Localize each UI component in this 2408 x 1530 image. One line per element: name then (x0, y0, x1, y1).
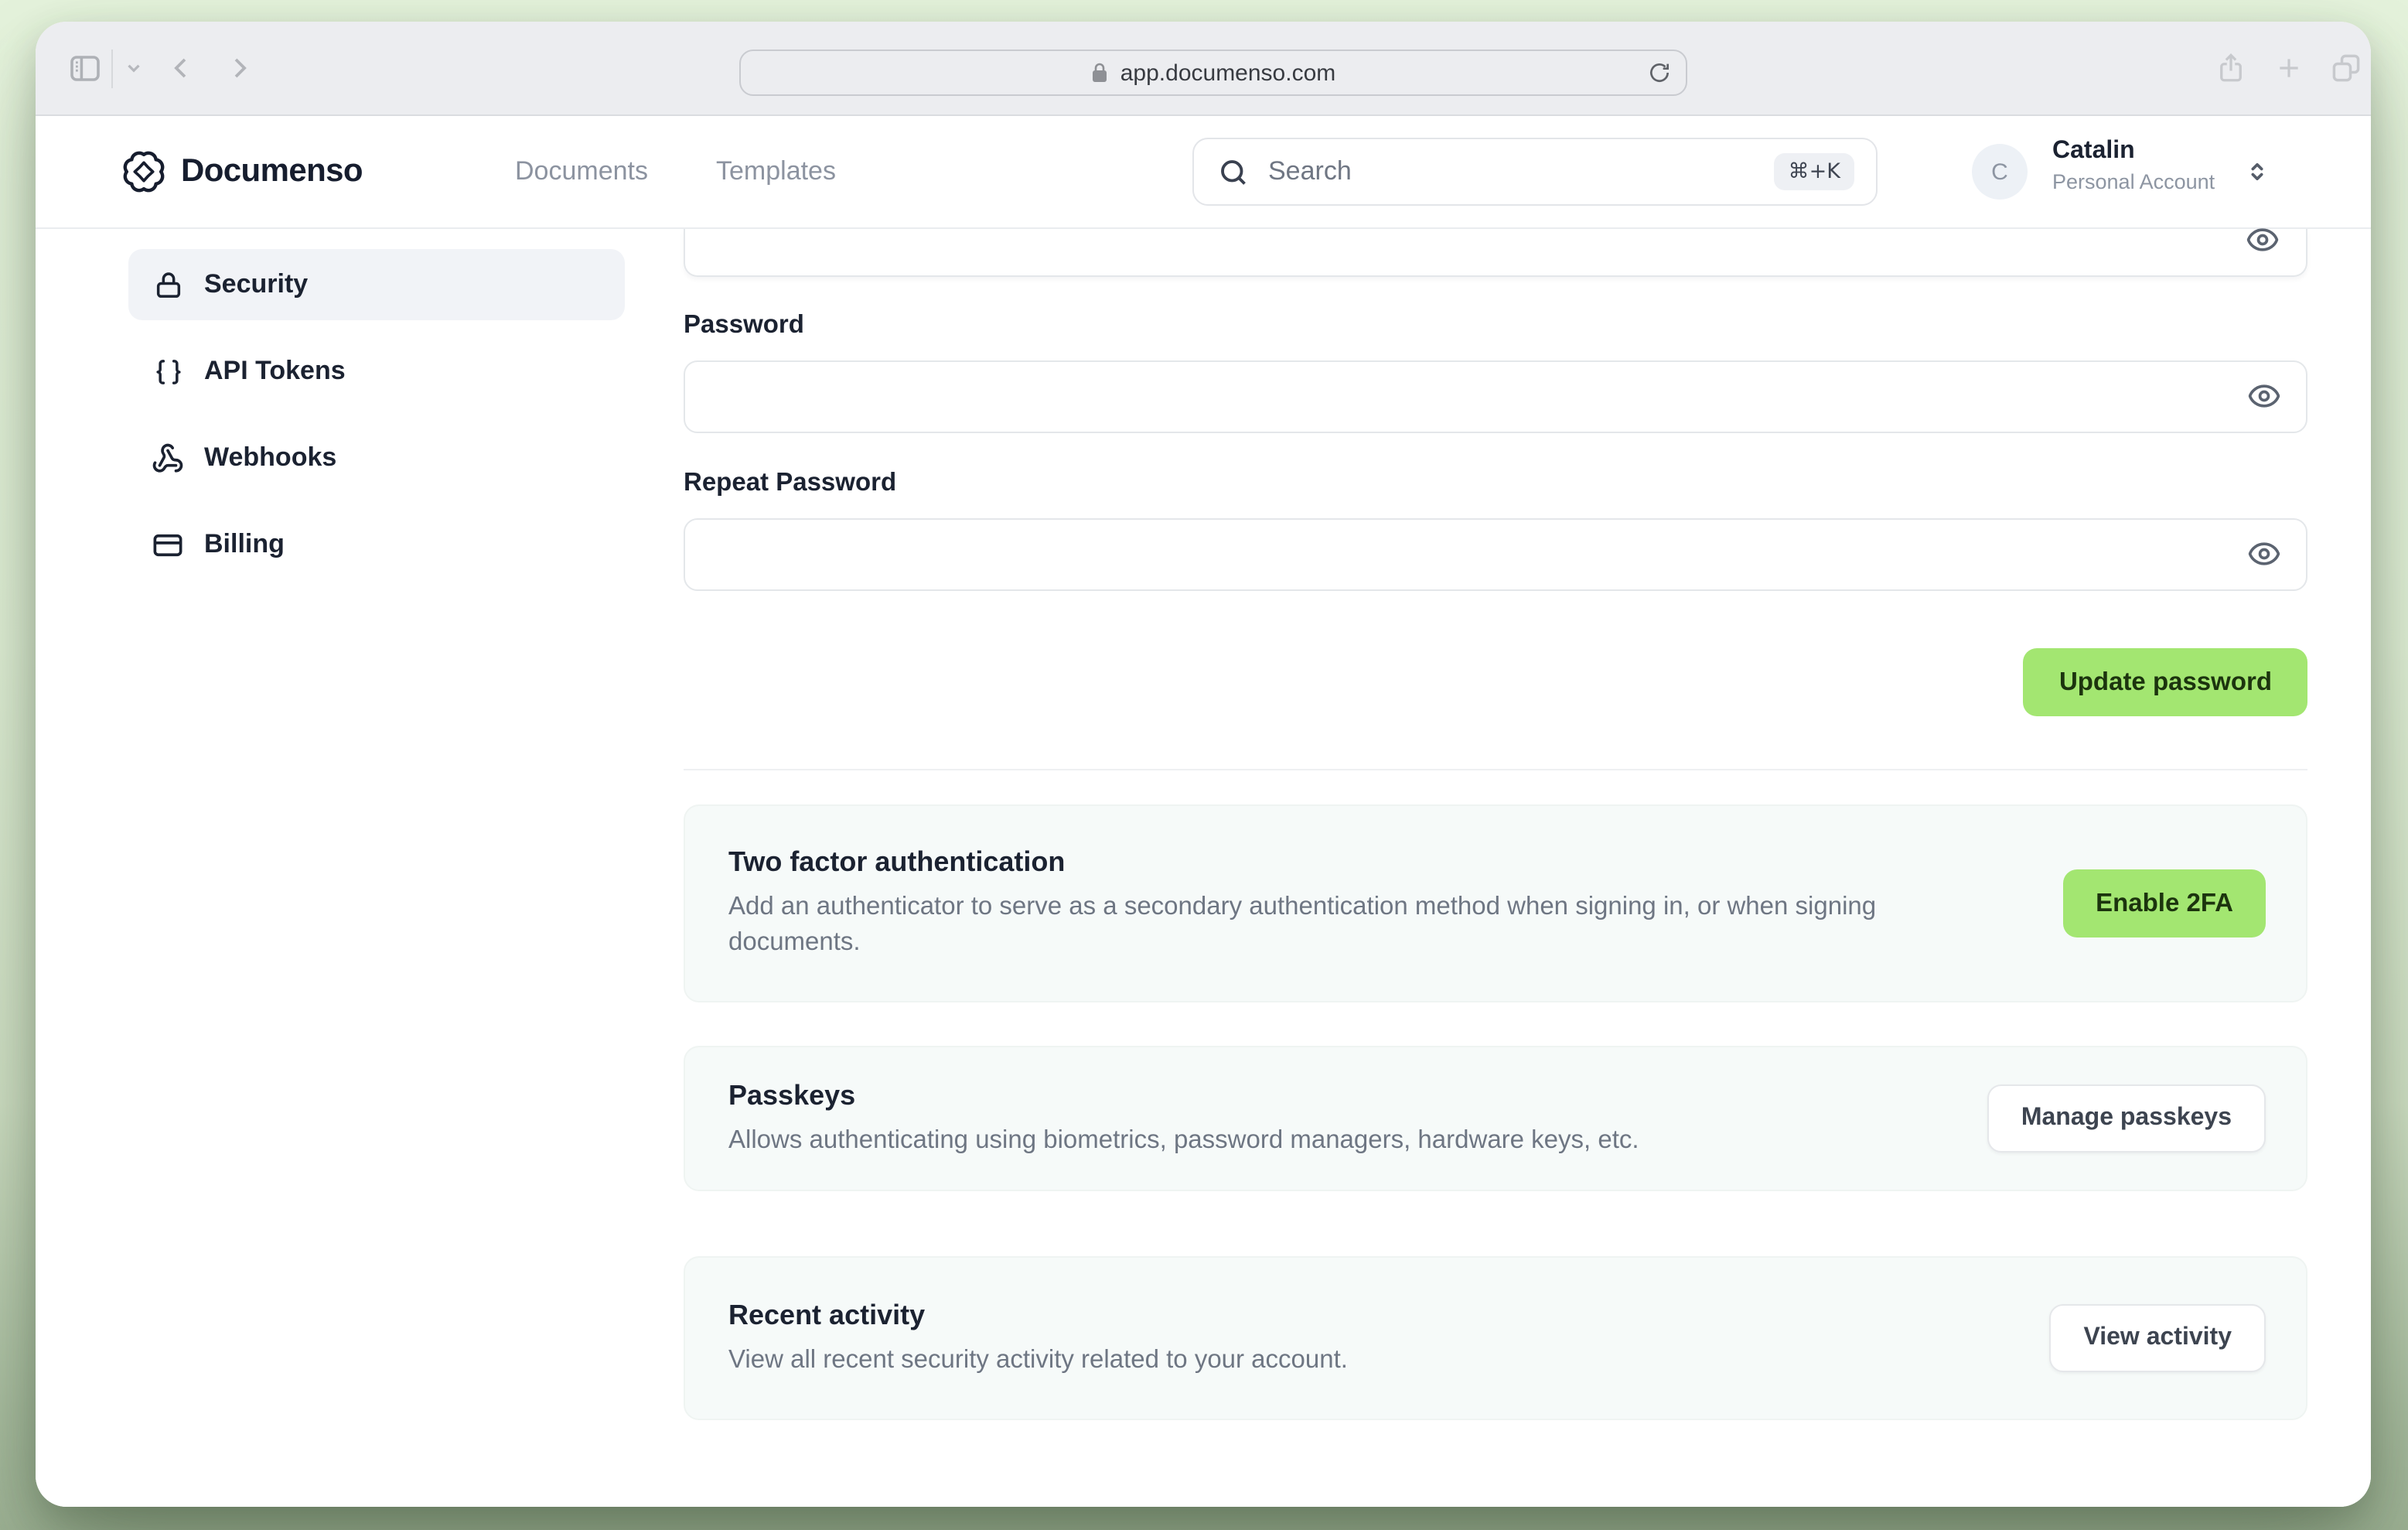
desktop: app.documenso.com Documenso Documents Te… (0, 0, 2408, 1530)
forward-icon[interactable] (224, 53, 254, 83)
webhook-icon (152, 442, 184, 474)
toolbar-divider (111, 50, 113, 88)
app-header: Documenso Documents Templates Search ⌘+K… (36, 116, 2371, 229)
eye-icon[interactable] (2247, 379, 2281, 413)
password-input[interactable] (684, 360, 2307, 433)
tab-overview-icon[interactable] (2329, 51, 2363, 85)
repeat-password-label: Repeat Password (684, 469, 897, 497)
chevron-down-icon[interactable] (124, 58, 144, 78)
section-description: Allows authenticating using biometrics, … (728, 1125, 1639, 1153)
share-icon[interactable] (2215, 51, 2247, 85)
documenso-logo-icon (122, 150, 165, 193)
eye-icon[interactable] (2246, 223, 2280, 257)
search-placeholder: Search (1268, 156, 1352, 186)
search-icon (1217, 155, 1250, 188)
passkeys-card: Passkeys Allows authenticating using bio… (684, 1046, 2307, 1191)
current-password-field[interactable] (684, 228, 2307, 277)
password-label: Password (684, 311, 804, 339)
sidebar-item-security[interactable]: Security (128, 249, 625, 320)
recent-activity-card: Recent activity View all recent security… (684, 1256, 2307, 1420)
update-password-button[interactable]: Update password (2023, 648, 2307, 716)
avatar[interactable]: C (1972, 144, 2028, 200)
account-name: Catalin (2052, 138, 2135, 164)
url-bar[interactable]: app.documenso.com (739, 50, 1687, 96)
brand[interactable]: Documenso (122, 150, 363, 193)
account-type: Personal Account (2052, 170, 2215, 193)
new-tab-icon[interactable] (2273, 53, 2304, 84)
nav-documents[interactable]: Documents (515, 156, 648, 187)
search-shortcut-badge: ⌘+K (1774, 153, 1854, 190)
credit-card-icon (152, 528, 184, 561)
sidebar-item-label: API Tokens (204, 356, 346, 385)
section-description: Add an authenticator to serve as a secon… (728, 893, 1877, 956)
nav-templates[interactable]: Templates (716, 156, 836, 187)
avatar-initial: C (1991, 159, 2008, 185)
section-title: Two factor authentication (728, 846, 1066, 877)
security-settings-main: Password Repeat Password Update password… (684, 228, 2307, 1507)
url-text: app.documenso.com (1120, 60, 1336, 86)
refresh-icon[interactable] (1647, 60, 1672, 85)
sidebar-item-label: Billing (204, 529, 285, 558)
section-divider (684, 769, 2307, 770)
enable-2fa-button[interactable]: Enable 2FA (2063, 869, 2266, 937)
sidebar-item-label: Security (204, 269, 309, 299)
sidebar-item-webhooks[interactable]: Webhooks (128, 422, 625, 493)
section-title: Passkeys (728, 1079, 856, 1110)
section-title: Recent activity (728, 1299, 926, 1330)
browser-toolbar: app.documenso.com (36, 22, 2371, 116)
search-input[interactable]: Search ⌘+K (1192, 138, 1878, 206)
sidebar-toggle-icon[interactable] (67, 50, 104, 87)
eye-icon[interactable] (2247, 537, 2281, 571)
two-factor-card: Two factor authentication Add an authent… (684, 804, 2307, 1002)
browser-window: app.documenso.com Documenso Documents Te… (36, 22, 2371, 1507)
back-icon[interactable] (167, 53, 196, 83)
content-area: Security API Tokens Webhooks Billing Pas… (36, 228, 2371, 1507)
brand-name: Documenso (181, 153, 363, 189)
section-description: View all recent security activity relate… (728, 1345, 1348, 1373)
sidebar-item-label: Webhooks (204, 442, 337, 472)
account-switcher[interactable]: Catalin Personal Account (2052, 138, 2215, 193)
sidebar-item-api-tokens[interactable]: API Tokens (128, 336, 625, 407)
settings-sidebar: Security API Tokens Webhooks Billing (128, 249, 625, 596)
braces-icon (152, 355, 184, 388)
view-activity-button[interactable]: View activity (2049, 1304, 2266, 1372)
chevrons-up-down-icon[interactable] (2244, 159, 2270, 185)
lock-icon (152, 268, 184, 301)
sidebar-item-billing[interactable]: Billing (128, 509, 625, 580)
repeat-password-input[interactable] (684, 518, 2307, 591)
manage-passkeys-button[interactable]: Manage passkeys (1987, 1084, 2266, 1153)
lock-icon (1091, 62, 1110, 84)
